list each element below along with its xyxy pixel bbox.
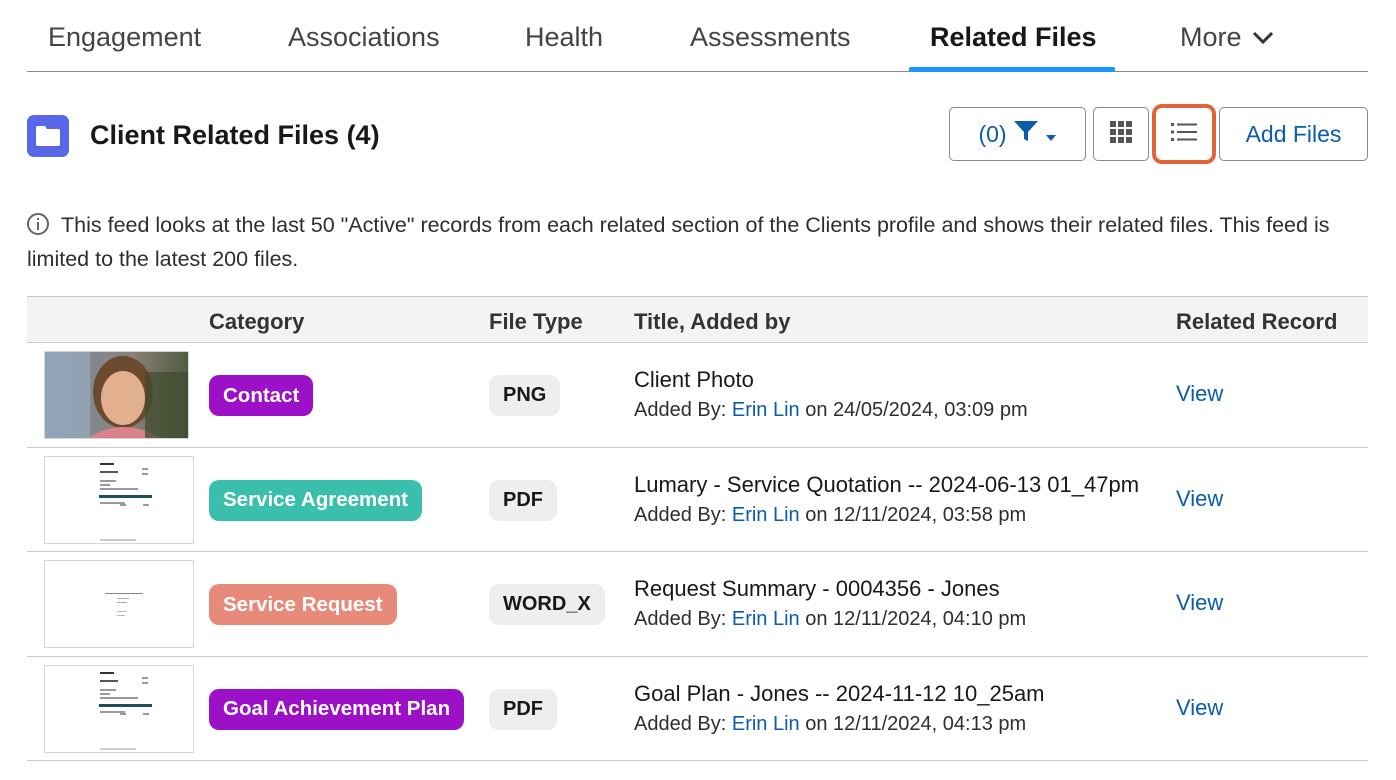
tab-engagement[interactable]: Engagement bbox=[48, 22, 201, 53]
table-row: Service Agreement PDF Lumary - Service Q… bbox=[27, 448, 1368, 552]
file-type-badge: PNG bbox=[489, 375, 561, 416]
file-title: Request Summary - 0004356 - Jones bbox=[634, 576, 1000, 601]
file-thumbnail[interactable] bbox=[44, 455, 194, 544]
added-by-user-link[interactable]: Erin Lin bbox=[732, 504, 800, 526]
file-type-badge: PDF bbox=[489, 479, 557, 521]
table-row: Contact PNG Client Photo Added By: Erin … bbox=[27, 343, 1368, 448]
file-thumbnail[interactable] bbox=[44, 560, 194, 648]
tab-more-label: More bbox=[1180, 22, 1242, 52]
added-by-user-link[interactable]: Erin Lin bbox=[732, 713, 800, 735]
added-by-line: Added By: Erin Lin on 12/11/2024, 04:10 … bbox=[634, 608, 1026, 631]
active-tab-indicator bbox=[909, 67, 1115, 72]
chevron-down-icon bbox=[1252, 21, 1274, 52]
table-row: Goal Achievement Plan PDF Goal Plan - Jo… bbox=[27, 657, 1368, 761]
on-word: on bbox=[805, 712, 828, 735]
caret-down-icon bbox=[1045, 121, 1057, 148]
column-header-file-type[interactable]: File Type bbox=[489, 309, 583, 335]
page-title: Client Related Files (4) bbox=[90, 120, 380, 150]
tab-associations[interactable]: Associations bbox=[288, 22, 440, 53]
tab-related-files[interactable]: Related Files bbox=[930, 22, 1097, 53]
document-thumbnail bbox=[45, 666, 193, 752]
file-type-badge: WORD_X bbox=[489, 584, 605, 625]
tab-health[interactable]: Health bbox=[525, 22, 603, 53]
category-badge: Service Request bbox=[209, 584, 397, 625]
added-by-line: Added By: Erin Lin on 24/05/2024, 03:09 … bbox=[634, 399, 1028, 422]
filter-count: (0) bbox=[978, 120, 1007, 147]
list-view-button[interactable] bbox=[1152, 104, 1216, 164]
file-title: Client Photo bbox=[634, 367, 754, 392]
added-date: 12/11/2024, 04:13 pm bbox=[833, 712, 1027, 735]
file-title: Lumary - Service Quotation -- 2024-06-13… bbox=[634, 471, 1140, 497]
document-thumbnail bbox=[45, 457, 193, 543]
added-by-user-link[interactable]: Erin Lin bbox=[732, 608, 800, 630]
added-by-label: Added By: bbox=[634, 608, 727, 630]
filter-icon bbox=[1013, 119, 1039, 149]
file-type-badge: PDF bbox=[489, 688, 557, 730]
added-by-user-link[interactable]: Erin Lin bbox=[732, 399, 800, 421]
column-header-related-record[interactable]: Related Record bbox=[1176, 309, 1337, 335]
on-word: on bbox=[805, 399, 828, 421]
table-row: Service Request WORD_X Request Summary -… bbox=[27, 552, 1368, 657]
view-related-record-link[interactable]: View bbox=[1176, 695, 1223, 721]
view-related-record-link[interactable]: View bbox=[1176, 486, 1223, 512]
tab-more[interactable]: More bbox=[1180, 22, 1274, 53]
list-icon bbox=[1171, 122, 1197, 147]
view-related-record-link[interactable]: View bbox=[1176, 590, 1223, 616]
added-by-label: Added By: bbox=[634, 712, 727, 735]
added-by-label: Added By: bbox=[634, 503, 727, 526]
added-date: 24/05/2024, 03:09 pm bbox=[833, 399, 1028, 421]
file-thumbnail[interactable] bbox=[44, 351, 189, 439]
on-word: on bbox=[805, 608, 828, 630]
added-date: 12/11/2024, 03:58 pm bbox=[833, 503, 1027, 526]
column-header-title[interactable]: Title, Added by bbox=[634, 309, 790, 335]
tab-assessments[interactable]: Assessments bbox=[690, 22, 851, 53]
added-by-label: Added By: bbox=[634, 399, 727, 421]
table-header: Category File Type Title, Added by Relat… bbox=[27, 296, 1368, 343]
on-word: on bbox=[805, 503, 828, 526]
added-by-line: Added By: Erin Lin on 12/11/2024, 04:13 … bbox=[634, 713, 1026, 736]
column-header-category[interactable]: Category bbox=[209, 309, 304, 335]
photo-thumbnail bbox=[45, 352, 188, 438]
grid-icon bbox=[1110, 120, 1132, 148]
category-badge: Service Agreement bbox=[209, 479, 422, 521]
folder-icon bbox=[27, 115, 69, 157]
filter-button[interactable]: (0) bbox=[949, 107, 1086, 161]
category-badge: Contact bbox=[209, 375, 314, 416]
view-related-record-link[interactable]: View bbox=[1176, 381, 1223, 407]
file-thumbnail[interactable] bbox=[44, 664, 194, 753]
info-message: This feed looks at the last 50 "Active" … bbox=[27, 208, 1357, 276]
file-title: Goal Plan - Jones -- 2024-11-12 10_25am bbox=[634, 680, 1045, 706]
info-text: This feed looks at the last 50 "Active" … bbox=[27, 213, 1330, 271]
info-icon bbox=[27, 213, 49, 235]
tab-bar: Engagement Associations Health Assessmen… bbox=[27, 0, 1368, 72]
added-by-line: Added By: Erin Lin on 12/11/2024, 03:58 … bbox=[634, 504, 1026, 527]
document-thumbnail bbox=[45, 561, 193, 647]
category-badge: Goal Achievement Plan bbox=[209, 688, 465, 730]
add-files-button[interactable]: Add Files bbox=[1219, 107, 1368, 161]
added-date: 12/11/2024, 04:10 pm bbox=[833, 608, 1027, 630]
grid-view-button[interactable] bbox=[1093, 107, 1149, 161]
files-table: Category File Type Title, Added by Relat… bbox=[27, 296, 1368, 761]
